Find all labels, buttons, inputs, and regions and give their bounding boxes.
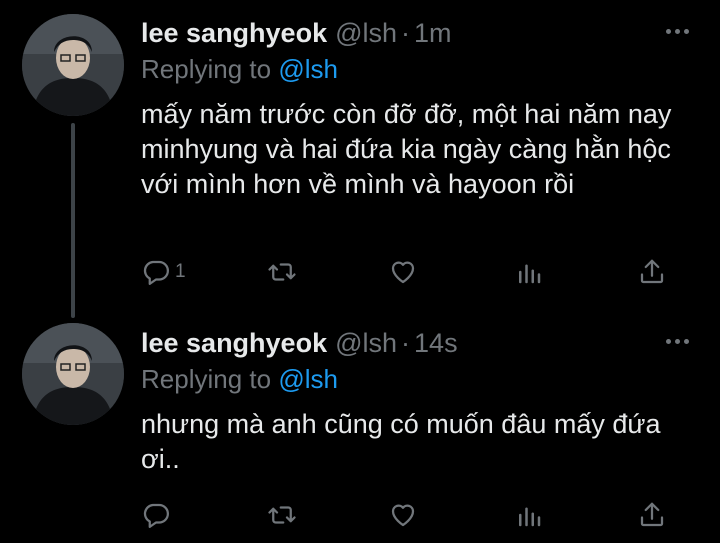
tweet-text: mấy năm trước còn đỡ đỡ, một hai năm nay… <box>141 99 672 199</box>
like-button[interactable] <box>388 495 418 535</box>
replying-to: Replying to @lsh <box>141 364 338 395</box>
retweet-button[interactable] <box>267 252 297 292</box>
action-bar: 1 <box>141 252 676 292</box>
reply-icon <box>143 260 169 285</box>
reply-button[interactable] <box>141 495 175 535</box>
author-handle[interactable]: @lsh <box>335 328 397 358</box>
mention-link[interactable]: @lsh <box>278 54 338 84</box>
action-bar <box>141 495 676 535</box>
avatar[interactable] <box>22 14 124 116</box>
tweet-text: nhưng mà anh cũng có muốn đâu mấy đứa ơi… <box>141 409 661 474</box>
timestamp[interactable]: 1m <box>414 18 452 48</box>
analytics-button[interactable] <box>514 495 544 535</box>
analytics-button[interactable] <box>514 252 544 292</box>
share-icon <box>640 502 664 527</box>
like-icon <box>391 504 415 527</box>
share-button[interactable] <box>637 252 667 292</box>
mention-link[interactable]: @lsh <box>278 364 338 394</box>
reply-button[interactable]: 1 <box>141 252 186 292</box>
retweet-button[interactable] <box>267 495 297 535</box>
replying-prefix: Replying to <box>141 54 272 84</box>
replying-prefix: Replying to <box>141 364 272 394</box>
tweet-header: lee sanghyeok @lsh · 1m <box>141 18 452 49</box>
separator: · <box>401 328 411 358</box>
tweet-header: lee sanghyeok @lsh · 14s <box>141 328 458 359</box>
like-button[interactable] <box>388 252 418 292</box>
analytics-icon <box>519 264 541 284</box>
tweet[interactable]: lee sanghyeok @lsh · 14s Replying to @lsh n… <box>0 310 720 543</box>
reply-count: 1 <box>175 261 186 282</box>
profile-photo <box>22 323 124 425</box>
timestamp[interactable]: 14s <box>414 328 458 358</box>
retweet-icon <box>268 506 296 524</box>
separator: · <box>401 18 411 48</box>
analytics-icon <box>519 507 541 527</box>
reply-icon <box>143 503 169 528</box>
retweet-icon <box>268 263 296 281</box>
avatar[interactable] <box>22 323 124 425</box>
author-handle[interactable]: @lsh <box>335 18 397 48</box>
tweet[interactable]: lee sanghyeok @lsh · 1m Replying to @lsh mấ… <box>0 0 720 318</box>
author-name[interactable]: lee sanghyeok <box>141 18 327 48</box>
like-icon <box>391 261 415 284</box>
thread-line <box>71 123 75 318</box>
replying-to: Replying to @lsh <box>141 54 338 85</box>
profile-photo <box>22 14 124 116</box>
more-icon[interactable] <box>666 24 692 38</box>
share-button[interactable] <box>637 495 667 535</box>
share-icon <box>640 259 664 284</box>
more-icon[interactable] <box>666 334 692 348</box>
author-name[interactable]: lee sanghyeok <box>141 328 327 358</box>
